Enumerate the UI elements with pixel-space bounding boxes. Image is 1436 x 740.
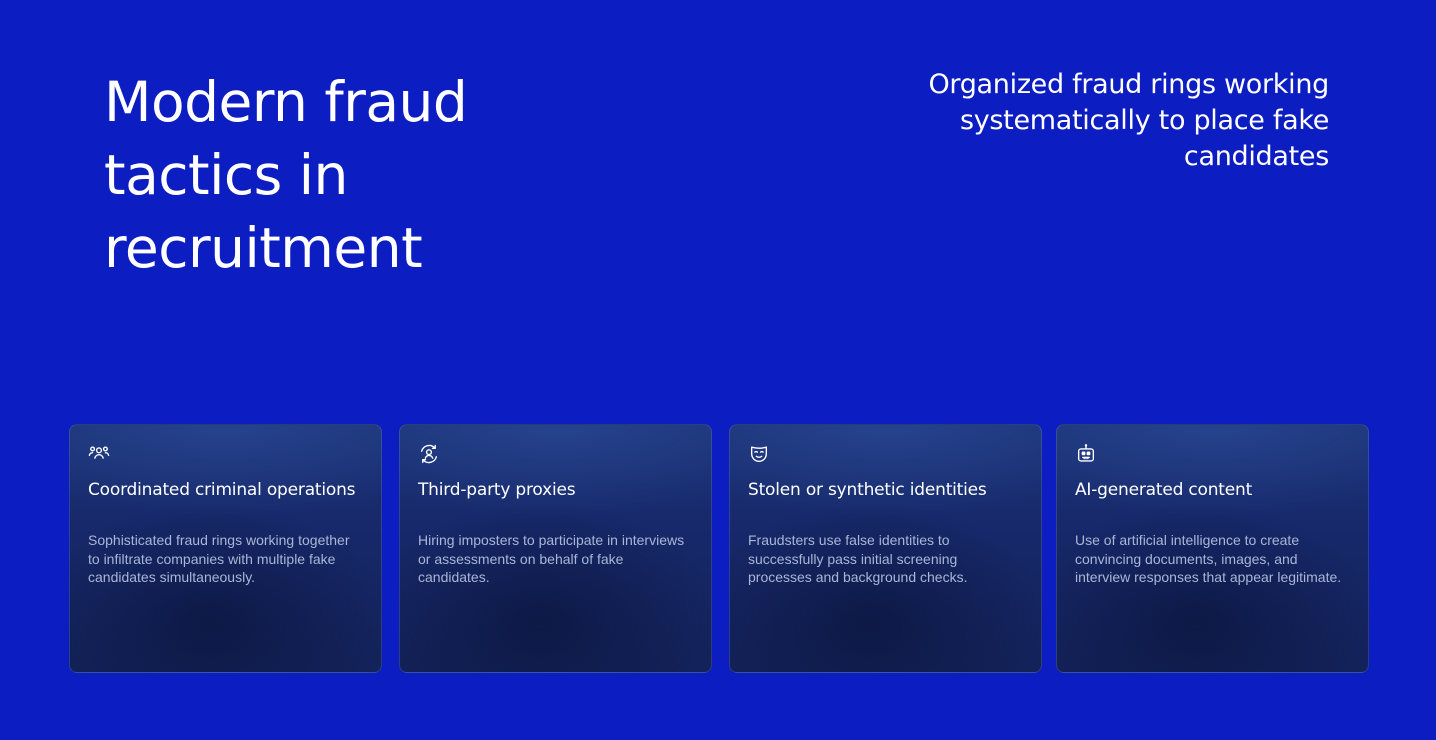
- card-description: Sophisticated fraud rings working togeth…: [88, 532, 350, 585]
- card-description: Use of artificial intelligence to create…: [1075, 532, 1342, 585]
- card-description: Fraudsters use false identities to succe…: [748, 532, 968, 585]
- user-swap-icon: [418, 443, 440, 465]
- card-ai-generated-content: AI-generated content Use of artificial i…: [1056, 424, 1369, 673]
- page-subheadline: Organized fraud rings working systematic…: [928, 69, 1329, 172]
- page-headline: Modern fraud tactics in recruitment: [104, 70, 468, 280]
- group-users-icon: [88, 443, 110, 465]
- card-title: Third-party proxies: [418, 480, 576, 500]
- card-title: Coordinated criminal operations: [88, 480, 356, 500]
- card-coordinated-operations: Coordinated criminal operations Sophisti…: [69, 424, 382, 673]
- card-title: AI-generated content: [1075, 480, 1253, 500]
- card-title: Stolen or synthetic identities: [748, 480, 987, 500]
- card-third-party-proxies: Third-party proxies Hiring imposters to …: [399, 424, 712, 673]
- robot-icon: [1075, 443, 1097, 465]
- card-stolen-identities: Stolen or synthetic identities Fraudster…: [729, 424, 1042, 673]
- mask-icon: [748, 443, 770, 465]
- card-description: Hiring imposters to participate in inter…: [418, 532, 685, 585]
- fraud-tactics-cards: Coordinated criminal operations Sophisti…: [69, 424, 1369, 673]
